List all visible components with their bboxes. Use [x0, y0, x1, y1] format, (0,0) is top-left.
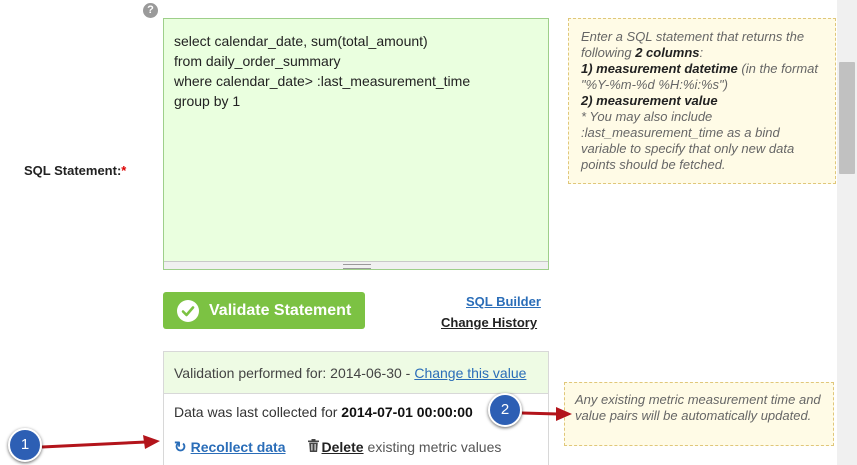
delete-description: existing metric values: [367, 439, 502, 455]
delete-link[interactable]: Delete: [322, 439, 364, 455]
trash-icon[interactable]: [307, 439, 319, 455]
sql-hint-box: Enter a SQL statement that returns the f…: [568, 18, 836, 184]
recollect-hint-text: Any existing metric measurement time and…: [575, 392, 821, 423]
hint-note: * You may also include :last_measurement…: [581, 109, 795, 172]
sql-statement-textarea[interactable]: select calendar_date, sum(total_amount) …: [163, 18, 549, 270]
recollect-data-link[interactable]: Recollect data: [191, 439, 286, 455]
validation-performed-text: Validation performed for: 2014-06-30 -: [174, 364, 411, 381]
sql-statement-label-text: SQL Statement:: [24, 163, 122, 178]
callout-arrow-2: [521, 407, 572, 421]
validation-header: Validation performed for: 2014-06-30 - C…: [164, 352, 548, 394]
change-history-link[interactable]: Change History: [441, 315, 537, 330]
callout-marker-2: 2: [488, 393, 522, 427]
validate-statement-label: Validate Statement: [209, 301, 352, 319]
hint-item2-bold: measurement value: [596, 93, 718, 108]
sql-builder-link[interactable]: SQL Builder: [466, 294, 541, 309]
hint-columns: 2 columns: [635, 45, 700, 60]
hint-item2-num: 2): [581, 93, 597, 108]
last-collected-label: Data was last collected for: [174, 404, 342, 420]
required-marker: *: [121, 163, 127, 178]
validation-actions: ↻ Recollect data Delete existing metric …: [174, 438, 501, 456]
last-collected-value: 2014-07-01 00:00:00: [341, 404, 473, 420]
textarea-resize-handle[interactable]: [164, 261, 548, 269]
recollect-hint-box: Any existing metric measurement time and…: [564, 382, 834, 446]
hint-colon: :: [699, 45, 704, 60]
sql-statement-text[interactable]: select calendar_date, sum(total_amount) …: [164, 19, 548, 123]
refresh-icon[interactable]: ↻: [174, 438, 187, 456]
change-this-value-link[interactable]: Change this value: [414, 365, 526, 381]
sql-statement-label: SQL Statement:*: [24, 163, 126, 178]
last-collected-text: Data was last collected for 2014-07-01 0…: [174, 404, 473, 420]
check-icon: [177, 299, 199, 322]
callout-marker-1: 1: [8, 428, 42, 462]
hint-item1-bold: measurement datetime: [596, 61, 738, 76]
help-icon[interactable]: ?: [143, 3, 158, 18]
validate-statement-button[interactable]: Validate Statement: [163, 292, 365, 329]
hint-item1-num: 1): [581, 61, 597, 76]
callout-arrow-1: [41, 435, 160, 449]
scrollbar-thumb[interactable]: [839, 62, 855, 174]
